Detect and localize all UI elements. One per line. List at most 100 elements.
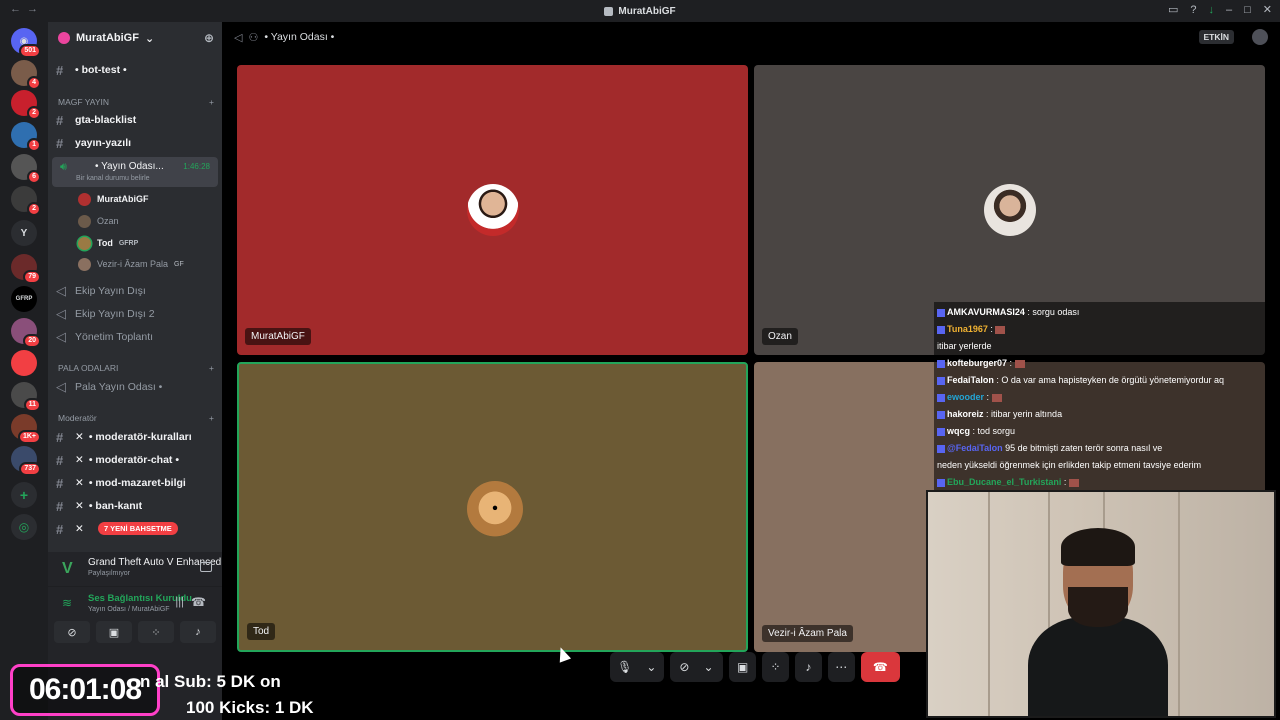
badge: 6 [27, 170, 41, 184]
speaker-icon: ◁ [56, 379, 66, 394]
platform-badge-icon [937, 410, 945, 419]
hash-icon: # [56, 135, 64, 151]
channel-label: yayın-yazılı [75, 137, 132, 149]
server-icon[interactable]: 79 [11, 254, 41, 284]
screen-share-icon[interactable] [200, 562, 212, 572]
discord-icon [604, 6, 614, 16]
soundboard-button[interactable]: ♪ [180, 621, 216, 643]
channel-mod-kurallari[interactable]: # ✕ • moderatör-kuralları [56, 427, 216, 447]
participant-name: Ozan [762, 328, 798, 345]
channel-label: Ekip Yayın Dışı 2 [75, 308, 155, 320]
platform-badge-icon [937, 478, 945, 487]
badge: 1 [27, 138, 41, 152]
camera-off-button[interactable]: ⊘ [54, 621, 90, 643]
nav-arrows[interactable]: ←→ [10, 3, 44, 15]
server-icon[interactable]: 20 [11, 318, 41, 348]
streamer-hair [1061, 528, 1135, 566]
chat-username: Tuna1967 [947, 324, 988, 334]
inbox-icon[interactable]: ▭ [1168, 3, 1178, 16]
add-member-icon[interactable]: ⊕ [204, 31, 214, 45]
add-channel-icon[interactable]: + [209, 413, 214, 423]
channel-ban-kanit[interactable]: # ✕ • ban-kanıt [56, 496, 216, 516]
category-magf[interactable]: MAGF YAYIN + [58, 97, 214, 107]
video-tile[interactable]: MuratAbiGF [237, 65, 748, 355]
channel-bot-test[interactable]: # • bot-test • [56, 60, 216, 80]
discover-icon[interactable]: ◎ [11, 514, 37, 540]
chat-text: 95 de bitmişti zaten terör sonra nasıl v… [1005, 443, 1163, 453]
minimize-button[interactable]: – [1226, 4, 1232, 16]
activity-status: Paylaşılmıyor [88, 570, 131, 577]
chevron-down-icon[interactable]: ⌄ [646, 660, 656, 674]
channel-mod-chat[interactable]: # ✕ • moderatör-chat • [56, 450, 216, 470]
activities-button[interactable]: ⁘ [138, 621, 174, 643]
channel-ekip-2[interactable]: ◁ Ekip Yayın Dışı 2 [56, 304, 216, 324]
server-icon[interactable]: 11 [11, 382, 41, 412]
close-button[interactable]: ✕ [1263, 3, 1272, 16]
server-icon[interactable] [11, 350, 37, 376]
more-button[interactable]: ⋯ [827, 652, 855, 682]
server-icon[interactable]: 2 [11, 186, 41, 216]
active-voice-channel[interactable]: 🔊︎ • Yayın Odası... 1:46:28 Bir kanal du… [52, 157, 218, 187]
channel-mod-mazaret[interactable]: # ✕ • mod-mazaret-bilgi [56, 473, 216, 493]
server-icon[interactable]: 1 [11, 122, 41, 152]
camera-button[interactable]: ⊘ ⌄ [669, 652, 724, 682]
screen-share-button[interactable]: ▣ [729, 652, 757, 682]
soundboard-button[interactable]: ♪ [794, 652, 822, 682]
home-button[interactable]: ◉ 501 [11, 28, 41, 58]
category-pala[interactable]: PALA ODALARI + [58, 363, 214, 373]
camera-off-icon: ⊘ [679, 660, 690, 674]
channel-pala-yayin[interactable]: ◁ Pala Yayın Odası • [56, 377, 216, 397]
voice-member[interactable]: Ozan [78, 212, 119, 230]
badge: 737 [19, 462, 41, 476]
chat-text: neden yükseldi öğrenmek için erlikden ta… [937, 460, 1202, 470]
streamer-body [1028, 617, 1168, 716]
video-tile-speaking[interactable]: Tod [237, 362, 748, 652]
help-icon[interactable]: ? [1190, 4, 1196, 16]
maximize-button[interactable]: □ [1244, 4, 1251, 16]
chat-message: wqcg : tod sorgu [937, 423, 1264, 440]
platform-badge-icon [937, 376, 945, 385]
server-icon[interactable]: 4 [11, 60, 41, 90]
noise-suppression-icon[interactable]: ||| [175, 596, 184, 608]
server-icon[interactable]: 6 [11, 154, 41, 184]
voice-member[interactable]: MuratAbiGF [78, 190, 149, 208]
chevron-down-icon[interactable]: ⌄ [703, 660, 713, 674]
channel-yonetim[interactable]: ◁ Yönetim Toplantı [56, 327, 216, 347]
voice-channel-path[interactable]: Yayın Odası / MuratAbiGF [88, 606, 170, 613]
speaker-icon: ◁ [56, 283, 66, 298]
new-mentions-badge[interactable]: 7 YENİ BAHSETME [98, 522, 178, 535]
channel-hidden[interactable]: # ✕ [56, 519, 96, 539]
add-server-icon[interactable]: + [11, 482, 37, 508]
server-icon[interactable]: 1K+ [11, 414, 41, 444]
activities-button[interactable]: ⁘ [762, 652, 789, 682]
status-badge[interactable]: ETKİN [1198, 30, 1234, 44]
add-channel-icon[interactable]: + [209, 97, 214, 107]
voice-member[interactable]: Tod GFRP [78, 234, 138, 252]
add-channel-icon[interactable]: + [209, 363, 214, 373]
channel-ekip-1[interactable]: ◁ Ekip Yayın Dışı [56, 281, 216, 301]
stream-timer: 06:01:08 [10, 664, 160, 716]
screen-share-button[interactable]: ▣ [96, 621, 132, 643]
download-icon[interactable]: ↓ [1209, 4, 1215, 16]
channel-status[interactable]: Bir kanal durumu belirle [76, 175, 150, 182]
channel-yayin-yazili[interactable]: # yayın-yazılı [56, 133, 216, 153]
chat-text: O da var ama hapisteyken de örgütü yönet… [1001, 375, 1224, 385]
voice-member[interactable]: Vezir-i Âzam Pala GF [78, 255, 184, 273]
server-icon[interactable]: GFRP [11, 286, 37, 312]
emote-icon [1068, 478, 1079, 487]
server-header[interactable]: MuratAbiGF ⌄ ⊕ [48, 22, 222, 54]
server-icon[interactable]: 737 [11, 446, 41, 476]
avatar[interactable] [1252, 29, 1268, 45]
leave-call-button[interactable]: ☎ [860, 652, 900, 682]
signal-icon[interactable]: ≋ [62, 596, 72, 610]
chat-text: itibar yerlerde [937, 341, 992, 351]
chat-message: hakoreiz : itibar yerin altında [937, 406, 1264, 423]
category-moderator[interactable]: Moderatör + [58, 413, 214, 423]
server-icon[interactable]: 2 [11, 90, 41, 120]
hash-icon: # [56, 112, 64, 128]
server-icon[interactable]: Y [11, 220, 37, 246]
chat-username: hakoreiz [947, 409, 984, 419]
microphone-button[interactable]: 🎙︎ ⌄ [610, 652, 664, 682]
channel-gta-blacklist[interactable]: # gta-blacklist [56, 110, 216, 130]
disconnect-icon[interactable]: ☎ [191, 595, 206, 609]
